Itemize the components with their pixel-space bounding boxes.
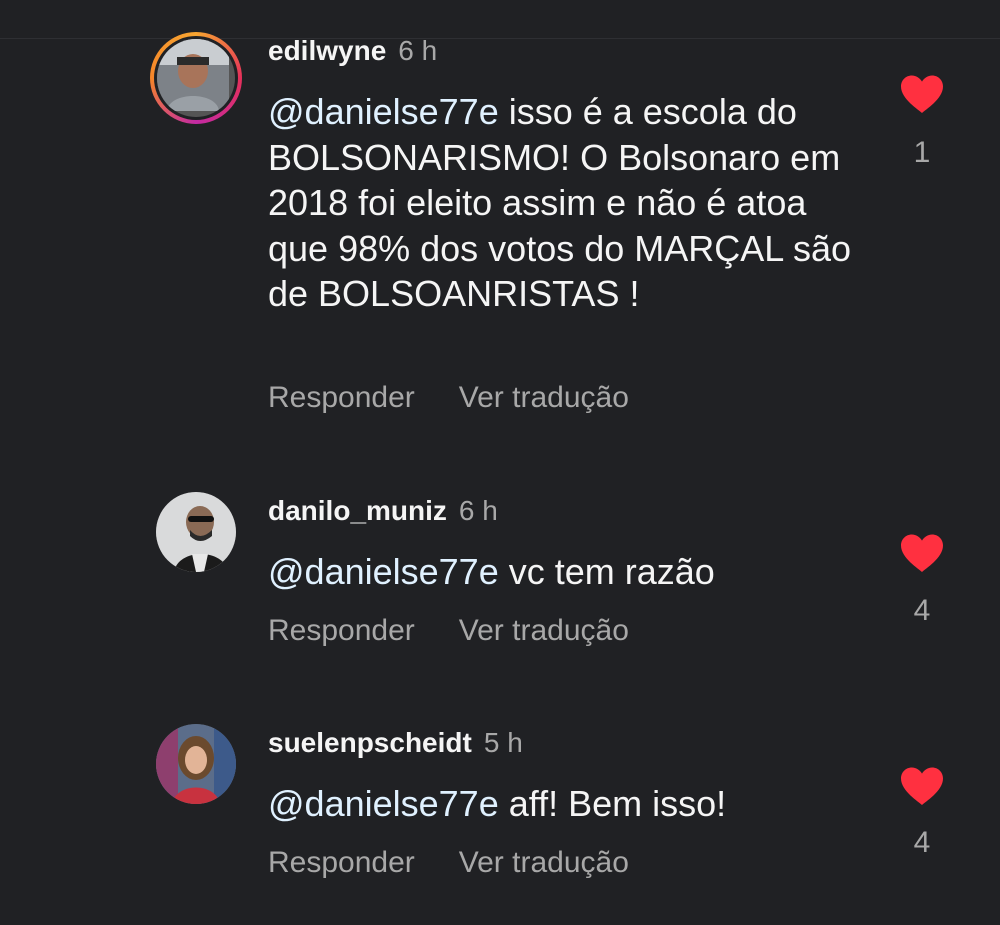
- like-button[interactable]: [898, 766, 946, 806]
- comment-text: @danielse77e isso é a escola do BOLSONAR…: [268, 89, 868, 317]
- like-count: 4: [913, 594, 931, 627]
- comment-meta: suelenpscheidt 5 h: [268, 726, 523, 760]
- like-count: 4: [913, 826, 931, 859]
- comment-text: @danielse77e vc tem razão: [268, 549, 868, 595]
- comment-body: vc tem razão: [498, 551, 715, 592]
- heart-icon: [901, 767, 943, 805]
- comment-meta: edilwyne 6 h: [268, 34, 437, 68]
- avatar-image: [156, 492, 236, 572]
- like-count: 1: [913, 136, 931, 169]
- comment-meta: danilo_muniz 6 h: [268, 494, 498, 528]
- username[interactable]: edilwyne: [268, 35, 386, 66]
- see-translation-button[interactable]: Ver tradução: [459, 380, 629, 416]
- avatar-image: [157, 39, 229, 111]
- avatar[interactable]: [156, 492, 236, 572]
- comment-actions: Responder Ver tradução: [268, 613, 629, 649]
- top-divider: [0, 38, 1000, 39]
- mention-link[interactable]: @danielse77e: [268, 783, 499, 824]
- username[interactable]: danilo_muniz: [268, 495, 447, 526]
- reply-button[interactable]: Responder: [268, 380, 415, 416]
- like-button[interactable]: [898, 533, 946, 573]
- timestamp: 6 h: [458, 495, 498, 526]
- comment-actions: Responder Ver tradução: [268, 845, 629, 881]
- like-button[interactable]: [898, 74, 946, 114]
- comment-actions: Responder Ver tradução: [268, 380, 629, 416]
- heart-icon: [901, 534, 943, 572]
- timestamp: 6 h: [398, 35, 438, 66]
- reply-button[interactable]: Responder: [268, 613, 415, 649]
- username[interactable]: suelenpscheidt: [268, 727, 472, 758]
- see-translation-button[interactable]: Ver tradução: [459, 845, 629, 881]
- heart-icon: [901, 75, 943, 113]
- avatar[interactable]: [156, 724, 236, 804]
- avatar: [157, 39, 235, 117]
- mention-link[interactable]: @danielse77e: [268, 91, 499, 132]
- avatar-story-ring[interactable]: [150, 32, 242, 124]
- avatar-image: [156, 724, 236, 804]
- reply-button[interactable]: Responder: [268, 845, 415, 881]
- comment-body: aff! Bem isso!: [498, 783, 727, 824]
- comment-text: @danielse77e aff! Bem isso!: [268, 781, 868, 827]
- mention-link[interactable]: @danielse77e: [268, 551, 499, 592]
- timestamp: 5 h: [483, 727, 523, 758]
- see-translation-button[interactable]: Ver tradução: [459, 613, 629, 649]
